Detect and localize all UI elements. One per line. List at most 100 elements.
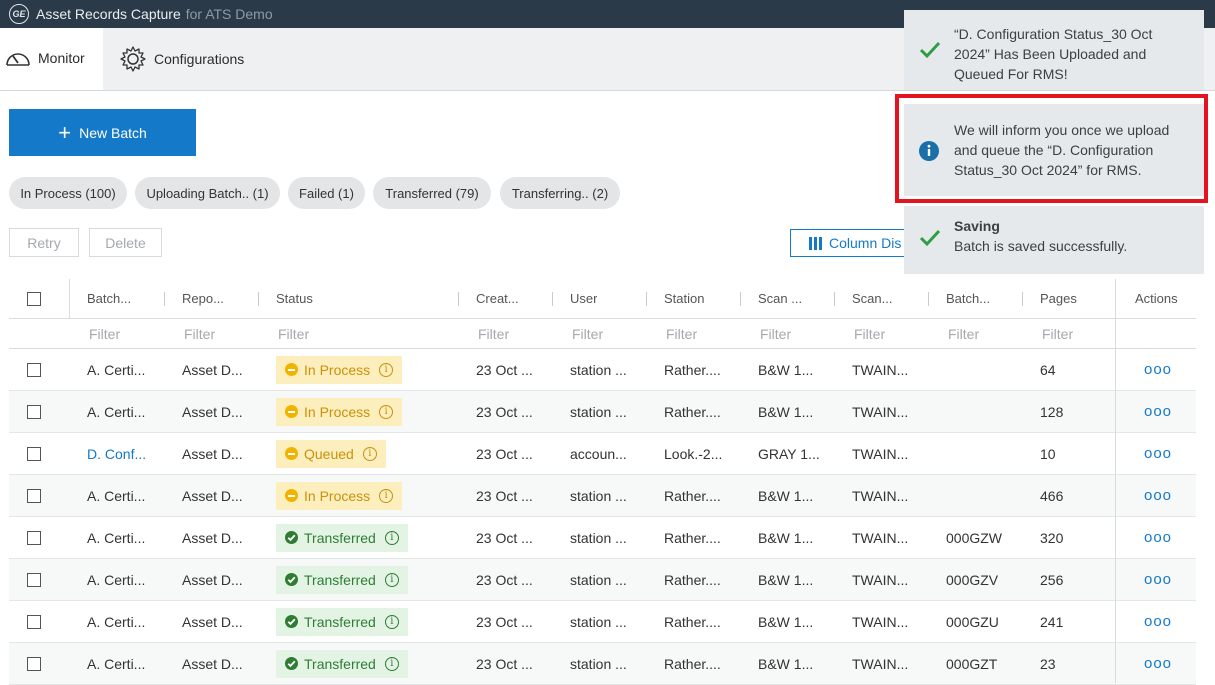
header-pages[interactable]: Pages <box>1040 279 1077 318</box>
cell-station: Rather.... <box>664 403 721 420</box>
header-user[interactable]: User <box>570 279 597 318</box>
cell-batch[interactable]: A. Certi... <box>87 643 145 684</box>
table-row[interactable]: A. Certi... Asset D... In Process i 23 Oct .… <box>9 475 1196 517</box>
column-divider[interactable] <box>458 292 459 306</box>
row-actions-menu-icon[interactable]: ooo <box>1144 349 1172 390</box>
column-divider[interactable] <box>928 292 929 306</box>
filter-station[interactable]: Filter <box>666 319 697 348</box>
cell-batch[interactable]: A. Certi... <box>87 475 145 516</box>
header-station[interactable]: Station <box>664 279 704 318</box>
info-icon[interactable]: i <box>384 656 399 671</box>
row-checkbox[interactable] <box>27 362 41 377</box>
column-divider[interactable] <box>258 292 259 306</box>
row-actions-menu-icon[interactable]: ooo <box>1144 433 1172 474</box>
row-checkbox[interactable] <box>27 446 41 461</box>
header-scan-2[interactable]: Scan... <box>852 279 892 318</box>
row-actions-menu-icon[interactable]: ooo <box>1144 601 1172 642</box>
filter-pages[interactable]: Filter <box>1042 319 1073 348</box>
info-icon[interactable]: i <box>379 404 394 419</box>
tab-configurations[interactable]: Configurations <box>113 28 273 90</box>
info-icon[interactable]: i <box>379 488 394 503</box>
cell-batch[interactable]: A. Certi... <box>87 517 145 558</box>
cell-batch[interactable]: A. Certi... <box>87 349 145 390</box>
header-scan-1[interactable]: Scan ... <box>758 279 802 318</box>
column-divider[interactable] <box>164 292 165 306</box>
new-batch-button[interactable]: + New Batch <box>9 109 196 156</box>
info-icon[interactable]: i <box>379 362 394 377</box>
table-row[interactable]: A. Certi... Asset D... In Process i 23 Oct .… <box>9 349 1196 391</box>
column-divider[interactable] <box>834 292 835 306</box>
table-row[interactable]: A. Certi... Asset D... In Process i 23 Oct .… <box>9 391 1196 433</box>
row-checkbox[interactable] <box>27 530 41 545</box>
cell-batch[interactable]: A. Certi... <box>87 391 145 432</box>
tab-monitor[interactable]: Monitor <box>0 28 103 90</box>
table-row[interactable]: D. Conf... Asset D... Queued i 23 Oct ... acc… <box>9 433 1196 475</box>
table-row[interactable]: A. Certi... Asset D... Transferred i 23 Oct … <box>9 643 1196 685</box>
column-divider[interactable] <box>552 292 553 306</box>
check-circle-icon <box>285 657 298 670</box>
chip-in-process[interactable]: In Process (100) <box>9 177 127 209</box>
info-icon[interactable]: i <box>384 572 399 587</box>
row-actions-menu-icon[interactable]: ooo <box>1144 517 1172 558</box>
toast-message: Batch is saved successfully. <box>954 238 1128 254</box>
column-display-button[interactable]: Column Dis <box>790 229 910 257</box>
row-actions-menu-icon[interactable]: ooo <box>1144 559 1172 600</box>
table-row[interactable]: A. Certi... Asset D... Transferred i 23 Oct … <box>9 559 1196 601</box>
header-created[interactable]: Creat... <box>476 279 519 318</box>
tab-configurations-label: Configurations <box>154 51 245 67</box>
chip-failed[interactable]: Failed (1) <box>288 177 365 209</box>
row-checkbox[interactable] <box>27 656 41 671</box>
cell-pages: 256 <box>1040 571 1064 588</box>
filter-batch[interactable]: Filter <box>89 319 120 348</box>
select-all-checkbox[interactable] <box>27 291 41 306</box>
table-header-row: Batch... Repo... Status Creat... User St… <box>9 279 1196 319</box>
cell-station: Rather.... <box>664 529 721 546</box>
filter-repository[interactable]: Filter <box>184 319 215 348</box>
cell-status: Transferred i <box>276 643 408 684</box>
header-batch-2[interactable]: Batch... <box>946 279 990 318</box>
info-icon[interactable]: i <box>362 446 377 461</box>
status-badge: Transferred i <box>276 565 408 594</box>
filter-user[interactable]: Filter <box>572 319 603 348</box>
info-icon[interactable]: i <box>384 530 399 545</box>
column-divider[interactable] <box>646 292 647 306</box>
column-divider[interactable] <box>740 292 741 306</box>
filter-scan-1[interactable]: Filter <box>760 319 791 348</box>
info-icon[interactable]: i <box>384 614 399 629</box>
cell-batch[interactable]: D. Conf... <box>87 433 146 474</box>
filter-status[interactable]: Filter <box>278 319 309 348</box>
status-badge: In Process i <box>276 355 403 384</box>
row-actions-menu-icon[interactable]: ooo <box>1144 391 1172 432</box>
table-row[interactable]: A. Certi... Asset D... Transferred i 23 Oct … <box>9 601 1196 643</box>
plus-icon: + <box>58 119 72 145</box>
row-checkbox[interactable] <box>27 572 41 587</box>
chip-transferred[interactable]: Transferred (79) <box>373 177 491 209</box>
cell-batch[interactable]: A. Certi... <box>87 559 145 600</box>
column-divider[interactable] <box>1022 292 1023 306</box>
retry-button[interactable]: Retry <box>9 228 79 257</box>
header-status[interactable]: Status <box>276 279 313 318</box>
row-checkbox[interactable] <box>27 404 41 419</box>
header-repository[interactable]: Repo... <box>182 279 224 318</box>
cell-batch-2: 000GZT <box>946 655 998 672</box>
status-label: Transferred <box>304 655 376 672</box>
chip-uploading-batch[interactable]: Uploading Batch.. (1) <box>135 177 280 209</box>
row-checkbox[interactable] <box>27 614 41 629</box>
check-circle-icon <box>285 573 298 586</box>
filter-scan-2[interactable]: Filter <box>854 319 885 348</box>
cell-scan-2: TWAIN... <box>852 403 909 420</box>
filter-created[interactable]: Filter <box>478 319 509 348</box>
header-batch[interactable]: Batch... <box>87 279 131 318</box>
cell-batch[interactable]: A. Certi... <box>87 601 145 642</box>
filter-batch-2[interactable]: Filter <box>948 319 979 348</box>
cell-pages: 10 <box>1040 445 1056 462</box>
cell-created: 23 Oct ... <box>476 571 533 588</box>
status-label: Transferred <box>304 571 376 588</box>
row-actions-menu-icon[interactable]: ooo <box>1144 643 1172 684</box>
delete-button[interactable]: Delete <box>89 228 162 257</box>
chip-transferring[interactable]: Transferring.. (2) <box>500 177 620 209</box>
cell-status: Transferred i <box>276 559 408 600</box>
table-row[interactable]: A. Certi... Asset D... Transferred i 23 Oct … <box>9 517 1196 559</box>
row-actions-menu-icon[interactable]: ooo <box>1144 475 1172 516</box>
row-checkbox[interactable] <box>27 488 41 503</box>
